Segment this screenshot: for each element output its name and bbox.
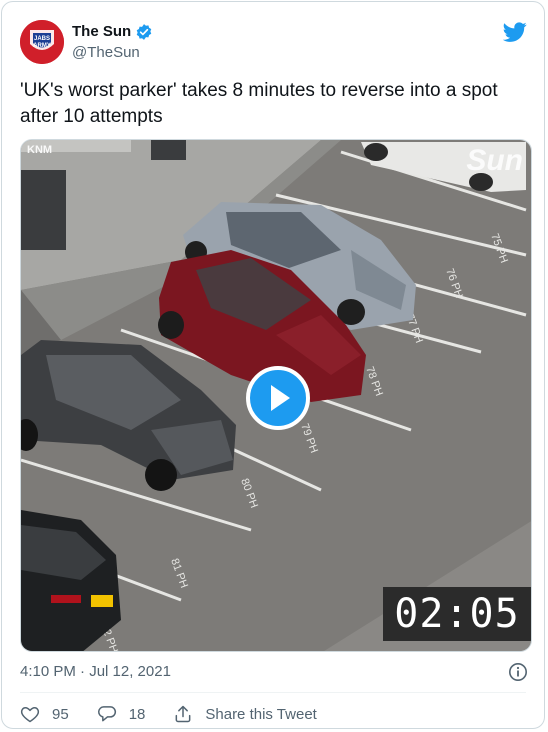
account-name[interactable]: The Sun (72, 23, 131, 40)
play-icon (271, 385, 290, 411)
tweet-card[interactable]: JABS ARMY The Sun @TheSun 'UK's worst pa… (1, 1, 545, 729)
tweet-timestamp[interactable]: 4:10 PM · Jul 12, 2021 (20, 663, 171, 680)
avatar[interactable]: JABS ARMY (20, 20, 64, 64)
play-button[interactable] (246, 366, 310, 430)
twitter-bird-icon[interactable] (502, 20, 527, 49)
like-count: 95 (52, 705, 69, 723)
reply-icon (97, 706, 116, 722)
svg-text:ARMY: ARMY (33, 43, 51, 49)
share-icon (175, 705, 191, 723)
avatar-logo: JABS ARMY (20, 20, 64, 64)
info-icon[interactable] (508, 662, 528, 687)
watermark-sun: Sun (466, 144, 523, 177)
action-bar: 95 18 Share this Tweet (20, 703, 345, 725)
heart-icon (20, 707, 40, 723)
watermark-knm: KNM (27, 144, 53, 156)
account-handle[interactable]: @TheSun (72, 44, 140, 61)
share-button[interactable]: Share this Tweet (173, 704, 317, 724)
reply-count: 18 (128, 705, 146, 723)
video-player[interactable]: 75 PH 76 PH 77 PH 78 PH 79 PH 80 PH 81 P… (20, 139, 532, 652)
tweet-text: 'UK's worst parker' takes 8 minutes to r… (20, 80, 498, 127)
verified-badge-icon (135, 23, 153, 46)
share-label: Share this Tweet (205, 705, 317, 723)
like-button[interactable]: 95 (20, 704, 69, 724)
divider (20, 692, 526, 693)
reply-button[interactable]: 18 (97, 704, 146, 724)
video-timer: 02:05 (383, 587, 531, 641)
svg-text:JABS: JABS (34, 36, 50, 42)
